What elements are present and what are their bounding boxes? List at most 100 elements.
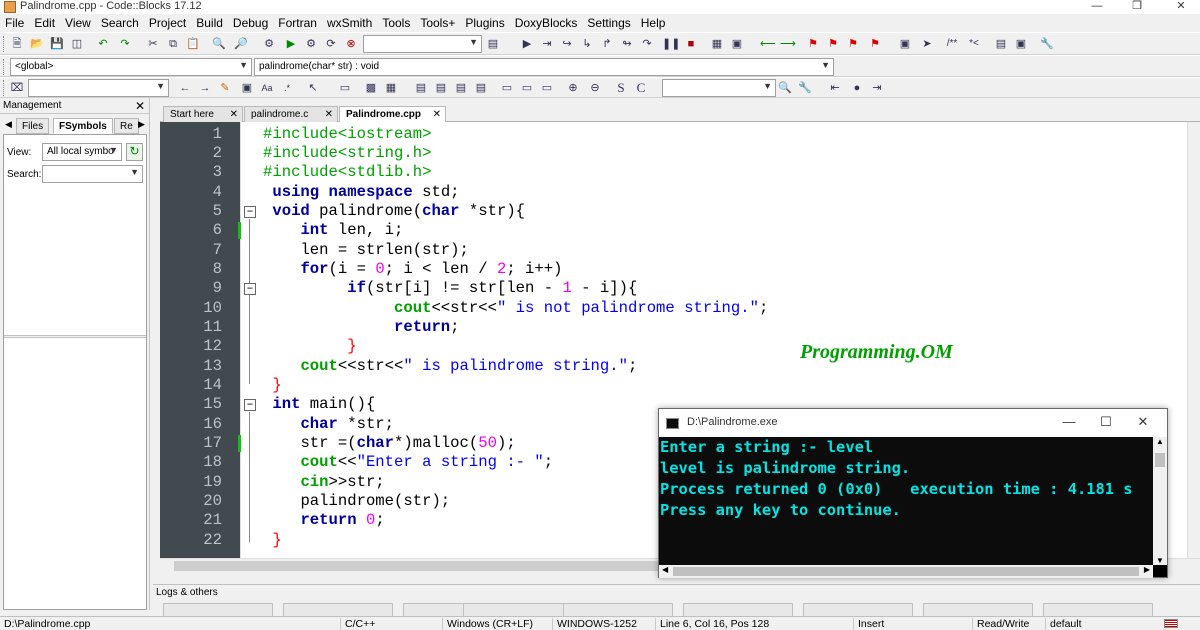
tab-fsymbols[interactable]: FSymbols — [53, 118, 113, 134]
run-icon[interactable]: ▶ — [284, 37, 298, 51]
back-arrow-icon[interactable]: ← — [178, 81, 192, 95]
scrollbar-thumb[interactable] — [673, 567, 1139, 576]
abort-icon[interactable]: ⊗ — [344, 37, 358, 51]
menu-view[interactable]: View — [60, 14, 96, 32]
menu-doxyblocks[interactable]: DoxyBlocks — [510, 14, 583, 32]
align-center-icon[interactable]: ▤ — [434, 81, 448, 95]
menu-search[interactable]: Search — [96, 14, 144, 32]
tab-resources[interactable]: Re — [114, 118, 139, 134]
html-docs-icon[interactable]: ▤ — [994, 37, 1008, 51]
editor-vertical-scrollbar[interactable] — [1187, 122, 1200, 558]
cut-icon[interactable]: ✂ — [146, 37, 160, 51]
console-horizontal-scrollbar[interactable]: ◀ ▶ — [659, 565, 1153, 578]
panel-divider[interactable] — [4, 335, 146, 338]
symbol-c-icon[interactable]: C — [634, 81, 648, 95]
menu-plugins[interactable]: Plugins — [460, 14, 509, 32]
clear-bookmarks-icon[interactable]: ⚑ — [868, 37, 882, 51]
shape-b-icon[interactable]: ▭ — [520, 81, 534, 95]
close-tab-icon[interactable]: ✕ — [325, 107, 333, 122]
debug-info-icon[interactable]: ▣ — [730, 37, 744, 51]
undo-icon[interactable]: ↶ — [96, 37, 110, 51]
shape-c-icon[interactable]: ▭ — [540, 81, 554, 95]
shape-a-icon[interactable]: ▭ — [500, 81, 514, 95]
debug-windows-icon[interactable]: ▦ — [710, 37, 724, 51]
step-out-icon[interactable]: ↱ — [600, 37, 614, 51]
refresh-icon[interactable]: ↻ — [126, 143, 143, 161]
console-close-button[interactable]: ✕ — [1133, 414, 1153, 430]
menu-wxsmith[interactable]: wxSmith — [322, 14, 377, 32]
clear-search-icon[interactable]: ⌧ — [10, 81, 24, 95]
menu-edit[interactable]: Edit — [29, 14, 60, 32]
find-icon[interactable]: 🔍 — [212, 37, 226, 51]
doxywizard-icon[interactable]: ▣ — [898, 37, 912, 51]
toolbar-grip[interactable] — [3, 59, 6, 75]
chm-docs-icon[interactable]: ▣ — [1014, 37, 1028, 51]
frame-icon[interactable]: ▭ — [338, 81, 352, 95]
rebuild-icon[interactable]: ⟳ — [324, 37, 338, 51]
next-bookmark-icon[interactable]: ⚑ — [846, 37, 860, 51]
pause-icon[interactable]: ❚❚ — [662, 37, 680, 51]
menu-fortran[interactable]: Fortran — [273, 14, 322, 32]
scroll-left-icon[interactable]: ◀ — [662, 565, 668, 574]
log-tab[interactable] — [463, 603, 573, 617]
menu-file[interactable]: File — [0, 14, 29, 32]
close-tab-icon[interactable]: ✕ — [433, 107, 441, 122]
log-tab[interactable] — [163, 603, 273, 617]
build-and-run-icon[interactable]: ⚙ — [304, 37, 318, 51]
first-item-icon[interactable]: ⇤ — [828, 81, 842, 95]
save-all-icon[interactable]: ◫ — [70, 37, 84, 51]
build-target-select[interactable]: ▼ — [363, 35, 482, 53]
scrollbar-thumb[interactable] — [1155, 453, 1165, 467]
fold-toggle-icon[interactable]: – — [244, 398, 256, 411]
menu-project[interactable]: Project — [144, 14, 191, 32]
next-line-icon[interactable]: ↪ — [560, 37, 574, 51]
minimize-button[interactable]: — — [1082, 0, 1112, 14]
scroll-down-icon[interactable]: ▼ — [1156, 556, 1164, 565]
replace-icon[interactable]: 🔎 — [234, 37, 248, 51]
regex-icon[interactable]: .* — [280, 81, 294, 95]
doxy-prefs-icon[interactable]: 🔧 — [1040, 37, 1054, 51]
debug-run-icon[interactable]: ▶ — [520, 37, 534, 51]
save-icon[interactable]: 💾 — [50, 37, 64, 51]
prev-bookmark-icon[interactable]: ⚑ — [826, 37, 840, 51]
tab-palindrome-c[interactable]: palindrome.c ✕ — [244, 106, 338, 123]
console-minimize-button[interactable]: — — [1059, 414, 1079, 429]
view-select[interactable]: All local symbo ▼ — [42, 143, 122, 161]
menu-settings[interactable]: Settings — [582, 14, 635, 32]
menu-help[interactable]: Help — [636, 14, 671, 32]
symbol-search-input[interactable]: ▼ — [42, 165, 143, 183]
log-tab[interactable] — [1043, 603, 1153, 617]
jump-back-icon[interactable]: ⟵ — [760, 37, 776, 51]
align-justify-icon[interactable]: ▤ — [474, 81, 488, 95]
next-instruction-icon[interactable]: ↬ — [620, 37, 634, 51]
tab-scroll-left-icon[interactable]: ◀ — [5, 119, 12, 130]
open-file-icon[interactable]: 📂 — [30, 37, 44, 51]
scroll-right-icon[interactable]: ▶ — [1144, 565, 1150, 574]
symbol-settings-icon[interactable]: 🔧 — [798, 81, 812, 95]
select-icon[interactable]: ↖ — [306, 81, 320, 95]
paste-icon[interactable]: 📋 — [186, 37, 200, 51]
doxy-extract-icon[interactable]: ➤ — [920, 37, 934, 51]
console-output[interactable]: Enter a string :- level level is palindr… — [659, 437, 1153, 565]
menu-debug[interactable]: Debug — [228, 14, 273, 32]
tab-start-here[interactable]: Start here ✕ — [163, 106, 243, 123]
log-tab[interactable] — [563, 603, 673, 617]
tab-files[interactable]: Files — [16, 118, 50, 134]
scope-select[interactable]: <global> ▼ — [10, 58, 252, 76]
tab-scroll-right-icon[interactable]: ▶ — [138, 119, 145, 130]
forward-arrow-icon[interactable]: → — [198, 81, 212, 95]
fold-toggle-icon[interactable]: – — [244, 205, 256, 218]
selected-text-icon[interactable]: ▣ — [240, 81, 254, 95]
zoom-out-icon[interactable]: ⊖ — [588, 81, 602, 95]
zoom-in-icon[interactable]: ⊕ — [566, 81, 580, 95]
align-right-icon[interactable]: ▤ — [454, 81, 468, 95]
redo-icon[interactable]: ↷ — [118, 37, 132, 51]
step-instruction-icon[interactable]: ↷ — [640, 37, 654, 51]
new-file-icon[interactable]: 🗎 — [10, 37, 24, 51]
copy-icon[interactable]: ⧉ — [166, 37, 180, 51]
console-vertical-scrollbar[interactable]: ▲ ▼ — [1153, 437, 1167, 565]
toggle-bookmark-icon[interactable]: ⚑ — [806, 37, 820, 51]
match-case-icon[interactable]: Aa — [260, 81, 274, 95]
log-tab[interactable] — [923, 603, 1033, 617]
symbol-find-icon[interactable]: 🔍 — [778, 81, 792, 95]
